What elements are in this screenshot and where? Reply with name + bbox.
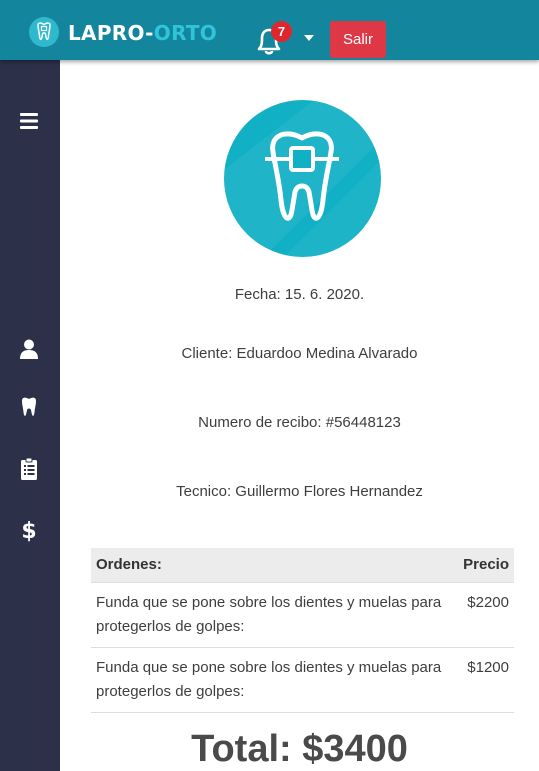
receipt-number: Numero de recibo: #56448123: [198, 414, 401, 431]
logout-button[interactable]: Salir: [330, 21, 386, 58]
user-icon[interactable]: [16, 336, 42, 362]
orders-table: Ordenes: Precio Funda que se pone sobre …: [91, 548, 514, 713]
receipt-total: Total: $3400: [191, 728, 408, 770]
table-header-row: Ordenes: Precio: [91, 548, 514, 583]
brand-logo[interactable]: LAPRO-ORTO: [68, 21, 217, 45]
logo-tooth-icon: [29, 17, 59, 47]
svg-text:$: $: [21, 519, 36, 542]
table-row: Funda que se pone sobre los dientes y mu…: [91, 647, 514, 713]
order-description: Funda que se pone sobre los dientes y mu…: [91, 582, 459, 648]
order-description: Funda que se pone sobre los dientes y mu…: [91, 647, 459, 713]
top-navbar: LAPRO-ORTO 7 Salir: [0, 0, 539, 60]
logo-suffix: ORTO: [153, 21, 218, 45]
receipt-technician: Tecnico: Guillermo Flores Hernandez: [176, 483, 423, 500]
column-header-price: Precio: [458, 548, 514, 583]
order-price: $2200: [458, 582, 514, 648]
chevron-down-icon[interactable]: [303, 29, 315, 41]
dollar-icon[interactable]: $: [16, 516, 42, 544]
sidebar: $: [0, 60, 60, 771]
clipboard-icon[interactable]: [16, 456, 42, 482]
menu-icon[interactable]: [16, 108, 42, 134]
receipt-client: Cliente: Eduardoo Medina Alvarado: [181, 345, 418, 362]
receipt-date: Fecha: 15. 6. 2020.: [234, 286, 365, 303]
notification-badge: 7: [271, 21, 292, 42]
logo-prefix: LAPRO-: [68, 21, 154, 45]
table-row: Funda que se pone sobre los dientes y mu…: [91, 582, 514, 648]
receipt-panel: Fecha: 15. 6. 2020. Cliente: Eduardoo Me…: [60, 60, 539, 771]
column-header-orders: Ordenes:: [91, 548, 459, 583]
tooth-icon[interactable]: [16, 394, 42, 420]
order-price: $1200: [458, 647, 514, 713]
braces-tooth-icon: [224, 100, 381, 257]
